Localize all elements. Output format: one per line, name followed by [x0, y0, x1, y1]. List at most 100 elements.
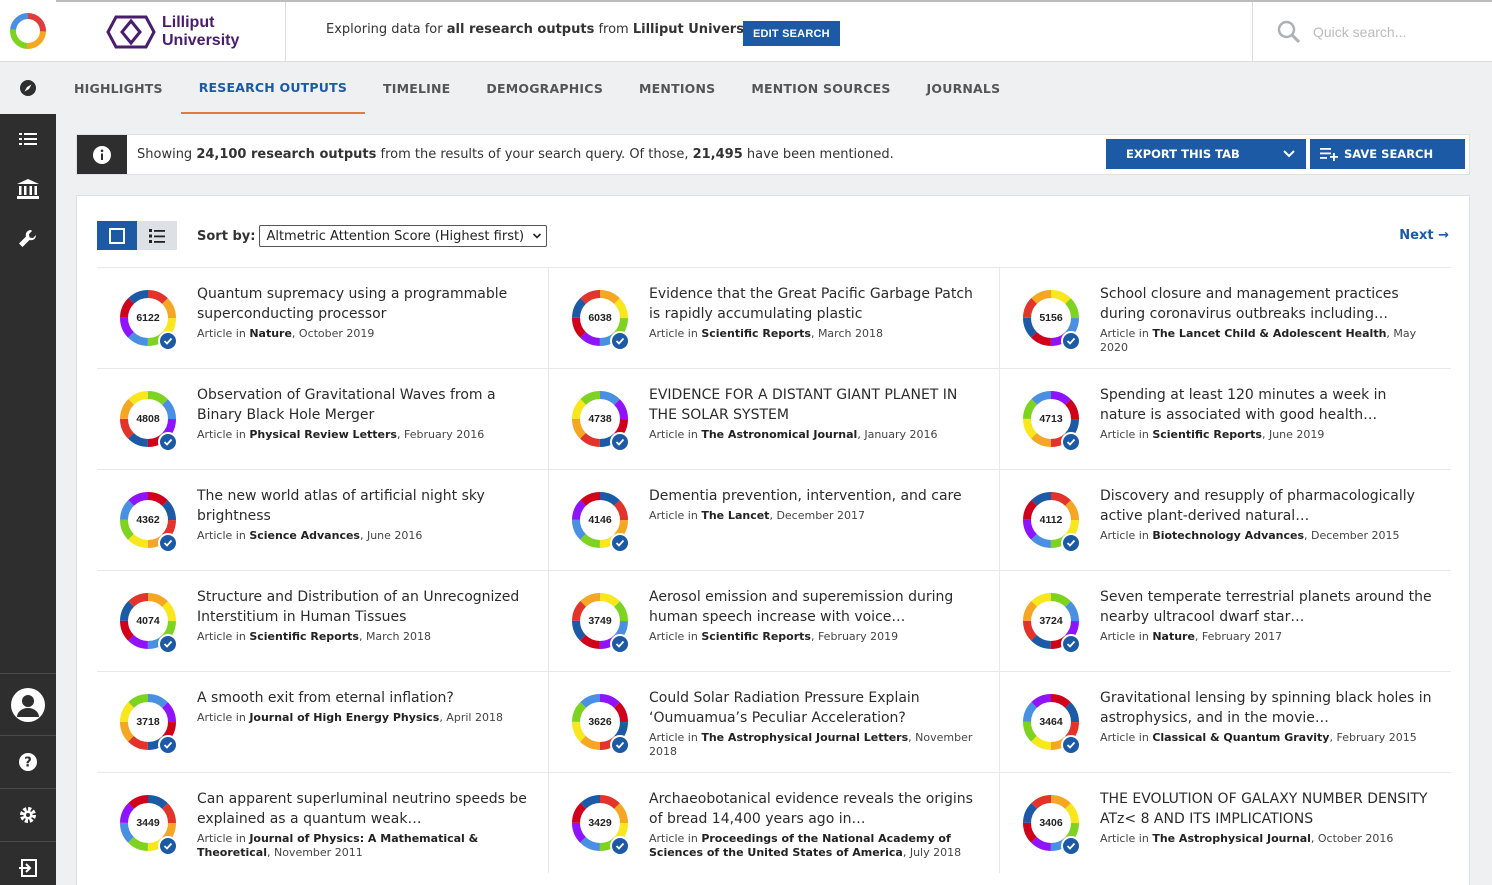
output-title[interactable]: A smooth exit from eternal inflation?	[197, 688, 532, 708]
output-date: , July 2018	[902, 846, 962, 859]
research-output-card[interactable]: 4146 Dementia prevention, intervention, a…	[548, 470, 999, 570]
output-journal: Scientific Reports	[1152, 428, 1262, 441]
output-title[interactable]: Could Solar Radiation Pressure Explain ‘…	[649, 688, 984, 728]
output-title-block: Could Solar Radiation Pressure Explain ‘…	[649, 688, 984, 759]
top-header: Lilliput University Exploring data for a…	[56, 0, 1492, 62]
output-date: , February 2016	[396, 428, 485, 441]
tab-research-outputs[interactable]: RESEARCH OUTPUTS	[180, 62, 366, 114]
research-output-card[interactable]: 6122 Quantum supremacy using a programmab…	[97, 268, 548, 368]
tab-highlights[interactable]: HIGHLIGHTS	[56, 62, 181, 114]
user-profile-button[interactable]	[0, 673, 56, 735]
research-output-card[interactable]: 3429 Archaeobotanical evidence reveals th…	[548, 773, 999, 873]
research-output-card[interactable]: 6038 Evidence that the Great Pacific Garb…	[548, 268, 999, 368]
list-nav-button[interactable]	[0, 114, 56, 164]
research-output-card[interactable]: 3749 Aerosol emission and superemission d…	[548, 571, 999, 671]
outputs-row: 4362 The new world atlas of artificial ni…	[97, 469, 1451, 570]
output-meta: Article in Classical & Quantum Gravity, …	[1100, 731, 1435, 745]
settings-button[interactable]	[0, 788, 56, 841]
logout-button[interactable]	[0, 841, 56, 885]
checkmark-icon	[610, 634, 630, 654]
output-meta: Article in The Astrophysical Journal, Oc…	[1100, 832, 1435, 846]
checkmark-icon	[610, 331, 630, 351]
output-journal: Nature	[249, 327, 292, 340]
outputs-row: 4074 Structure and Distribution of an Unr…	[97, 570, 1451, 671]
output-title[interactable]: THE EVOLUTION OF GALAXY NUMBER DENSITY A…	[1100, 789, 1435, 829]
output-title-block: Aerosol emission and superemission durin…	[649, 587, 984, 644]
output-meta: Article in The Lancet Child & Adolescent…	[1100, 327, 1435, 355]
research-output-card[interactable]: 3406 THE EVOLUTION OF GALAXY NUMBER DENSI…	[999, 773, 1450, 873]
export-tab-button[interactable]: EXPORT THIS TAB	[1106, 139, 1306, 169]
info-icon-box	[77, 135, 127, 174]
sort-select[interactable]: Altmetric Attention Score (Highest first…	[259, 225, 548, 247]
tab-mention-sources[interactable]: MENTION SOURCES	[733, 62, 908, 114]
output-title[interactable]: Gravitational lensing by spinning black …	[1100, 688, 1435, 728]
output-date: , March 2018	[358, 630, 431, 643]
tools-nav-button[interactable]	[0, 214, 56, 264]
research-output-card[interactable]: 4074 Structure and Distribution of an Unr…	[97, 571, 548, 671]
output-title[interactable]: EVIDENCE FOR A DISTANT GIANT PLANET IN T…	[649, 385, 984, 425]
view-toggle	[97, 221, 177, 250]
list-view-button[interactable]	[137, 221, 177, 250]
institution-nav-button[interactable]	[0, 164, 56, 214]
output-title-block: Structure and Distribution of an Unrecog…	[197, 587, 532, 644]
output-title[interactable]: Discovery and resupply of pharmacologica…	[1100, 486, 1435, 526]
research-output-card[interactable]: 5156 School closure and management practi…	[999, 268, 1450, 368]
research-output-card[interactable]: 4112 Discovery and resupply of pharmacolo…	[999, 470, 1450, 570]
tab-journals[interactable]: JOURNALS	[909, 62, 1019, 114]
output-title[interactable]: Evidence that the Great Pacific Garbage …	[649, 284, 984, 324]
outputs-row: 6122 Quantum supremacy using a programmab…	[97, 267, 1451, 368]
output-title[interactable]: The new world atlas of artificial night …	[197, 486, 532, 526]
checkmark-icon	[158, 533, 178, 553]
summary-mid: from the results of your search query. O…	[376, 147, 693, 162]
research-output-card[interactable]: 3724 Seven temperate terrestrial planets …	[999, 571, 1450, 671]
research-output-card[interactable]: 3718 A smooth exit from eternal inflation…	[97, 672, 548, 772]
research-output-card[interactable]: 4713 Spending at least 120 minutes a week…	[999, 369, 1450, 469]
research-output-card[interactable]: 4738 EVIDENCE FOR A DISTANT GIANT PLANET …	[548, 369, 999, 469]
output-type: Article in	[197, 327, 250, 340]
research-output-card[interactable]: 4808 Observation of Gravitational Waves f…	[97, 369, 548, 469]
help-button[interactable]: ?	[0, 735, 56, 788]
edit-search-button[interactable]: EDIT SEARCH	[743, 21, 840, 46]
checkmark-icon	[158, 331, 178, 351]
output-title[interactable]: Seven temperate terrestrial planets arou…	[1100, 587, 1435, 627]
research-output-card[interactable]: 4362 The new world atlas of artificial ni…	[97, 470, 548, 570]
research-output-card[interactable]: 3464 Gravitational lensing by spinning bl…	[999, 672, 1450, 772]
altmetric-logo[interactable]	[0, 0, 56, 62]
check-glyph	[1066, 640, 1076, 648]
sort-value: Altmetric Attention Score (Highest first…	[266, 228, 525, 244]
research-output-card[interactable]: 3626 Could Solar Radiation Pressure Expla…	[548, 672, 999, 772]
grid-view-button[interactable]	[97, 221, 137, 250]
quick-search-input[interactable]	[1313, 24, 1463, 40]
output-meta: Article in Scientific Reports, June 2019	[1100, 428, 1435, 442]
tab-timeline[interactable]: TIMELINE	[365, 62, 468, 114]
output-type: Article in	[649, 731, 702, 744]
check-glyph	[1066, 741, 1076, 749]
output-title[interactable]: Structure and Distribution of an Unrecog…	[197, 587, 532, 627]
output-meta: Article in Scientific Reports, March 201…	[197, 630, 532, 644]
output-title[interactable]: Archaeobotanical evidence reveals the or…	[649, 789, 984, 829]
research-output-card[interactable]: 3449 Can apparent superluminal neutrino s…	[97, 773, 548, 873]
output-title[interactable]: Observation of Gravitational Waves from …	[197, 385, 532, 425]
explorer-compass-button[interactable]	[0, 62, 56, 114]
output-date: , November 2011	[266, 846, 363, 859]
next-page-link[interactable]: Next →	[1399, 228, 1449, 243]
save-search-button[interactable]: SAVE SEARCH	[1310, 139, 1465, 169]
outputs-row: 4808 Observation of Gravitational Waves f…	[97, 368, 1451, 469]
output-date: , March 2018	[810, 327, 883, 340]
tab-demographics[interactable]: DEMOGRAPHICS	[468, 62, 621, 114]
output-title[interactable]: Spending at least 120 minutes a week in …	[1100, 385, 1435, 425]
tab-mentions[interactable]: MENTIONS	[621, 62, 733, 114]
output-title[interactable]: Aerosol emission and superemission durin…	[649, 587, 984, 627]
output-type: Article in	[1100, 529, 1153, 542]
output-meta: Article in Nature, October 2019	[197, 327, 532, 341]
checkmark-icon	[1061, 735, 1081, 755]
output-journal: The Lancet Child & Adolescent Health	[1152, 327, 1387, 340]
output-title[interactable]: Can apparent superluminal neutrino speed…	[197, 789, 532, 829]
output-type: Article in	[649, 832, 702, 845]
output-title[interactable]: Quantum supremacy using a programmable s…	[197, 284, 532, 324]
institution-brand[interactable]: Lilliput University	[56, 2, 286, 62]
search-icon[interactable]	[1277, 20, 1301, 44]
output-type: Article in	[1100, 630, 1153, 643]
output-title[interactable]: School closure and management practices …	[1100, 284, 1435, 324]
output-title[interactable]: Dementia prevention, intervention, and c…	[649, 486, 984, 506]
